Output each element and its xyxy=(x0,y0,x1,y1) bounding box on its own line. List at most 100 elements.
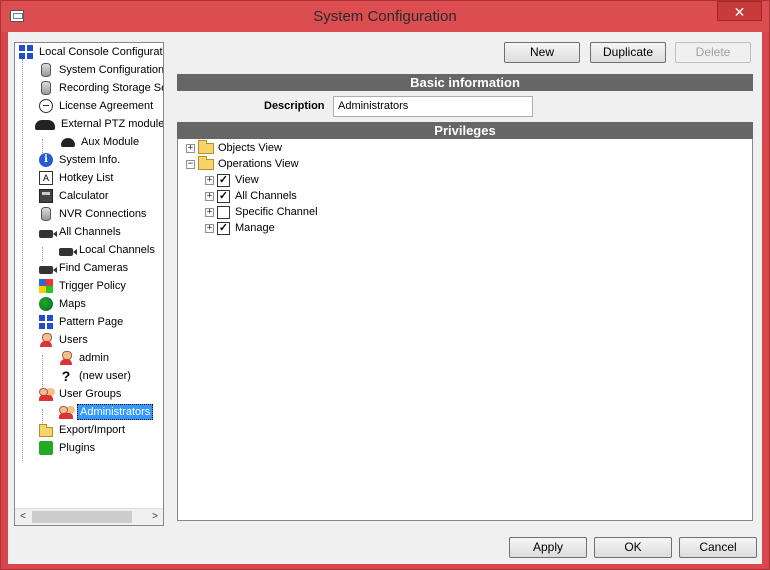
tree-item-calculator[interactable]: Calculator xyxy=(39,187,111,205)
camera-icon xyxy=(59,247,77,256)
privilege-label: All Channels xyxy=(235,190,297,202)
tree-horizontal-scrollbar[interactable]: < > xyxy=(15,508,163,525)
tree-item-label: System Configuration xyxy=(59,64,164,76)
privilege-specific-channel[interactable]: + Specific Channel xyxy=(205,204,318,220)
question-icon: ? xyxy=(61,368,71,384)
privileges-panel xyxy=(177,122,753,521)
basic-information-header: Basic information xyxy=(177,74,753,91)
camera-icon xyxy=(39,265,57,274)
tree-item-admin[interactable]: admin xyxy=(59,349,111,367)
user-icon xyxy=(59,351,73,365)
duplicate-button[interactable]: Duplicate xyxy=(590,42,666,63)
privilege-all-channels[interactable]: + ✓ All Channels xyxy=(205,188,297,204)
tree-item-administrators[interactable]: Administrators xyxy=(59,403,154,421)
camera-icon xyxy=(39,229,57,238)
hotkey-icon: A xyxy=(39,171,53,185)
tree-item-hotkey-list[interactable]: A Hotkey List xyxy=(39,169,115,187)
privilege-label: Operations View xyxy=(218,158,299,170)
tree-item-all-channels[interactable]: All Channels xyxy=(39,223,123,241)
description-label: Description xyxy=(264,100,325,112)
ok-button[interactable]: OK xyxy=(594,537,672,558)
tree-item-label: Plugins xyxy=(59,442,96,454)
info-icon: i xyxy=(39,153,53,167)
privilege-objects-view[interactable]: + Objects View xyxy=(186,139,282,156)
tree-item-system-configuration[interactable]: System Configuration xyxy=(39,61,164,79)
expand-icon[interactable]: + xyxy=(205,175,214,185)
tree-item-plugins[interactable]: Plugins xyxy=(39,439,97,457)
tree-item-label: Maps xyxy=(59,298,86,310)
expand-icon[interactable]: + xyxy=(205,207,214,217)
database-icon xyxy=(41,207,51,221)
tree-item-label: All Channels xyxy=(59,226,121,238)
tree-item-label: License Agreement xyxy=(59,100,154,112)
tree-item-label: Administrators xyxy=(77,404,154,420)
close-button[interactable]: ✕ xyxy=(717,1,762,21)
navigation-tree[interactable]: Local Console Configurati System Configu… xyxy=(14,42,164,526)
all-channels-checkbox[interactable]: ✓ xyxy=(217,189,230,203)
tree-item-find-cameras[interactable]: Find Cameras xyxy=(39,259,130,277)
description-field[interactable]: Administrators xyxy=(333,96,533,117)
grid-icon xyxy=(19,45,33,59)
tree-connector xyxy=(22,59,23,461)
title-bar: System Configuration ✕ xyxy=(1,1,769,32)
specific-channel-checkbox[interactable] xyxy=(217,205,230,219)
system-configuration-window: System Configuration ✕ Local Console Con… xyxy=(0,0,770,570)
tree-item-maps[interactable]: Maps xyxy=(39,295,88,313)
view-checkbox[interactable]: ✓ xyxy=(217,173,230,187)
tree-item-local-channels[interactable]: Local Channels xyxy=(59,241,157,259)
client-area: Local Console Configurati System Configu… xyxy=(8,32,762,564)
tree-item-recording-storage[interactable]: Recording Storage Se xyxy=(39,79,164,97)
tree-item-local-console[interactable]: Local Console Configurati xyxy=(19,43,164,61)
tree-item-license-agreement[interactable]: License Agreement xyxy=(39,97,155,115)
speech-bubble-icon xyxy=(39,99,53,113)
expand-icon[interactable]: + xyxy=(205,191,214,201)
delete-button[interactable]: Delete xyxy=(675,42,751,63)
tree-item-external-ptz[interactable]: External PTZ module xyxy=(35,115,163,133)
tree-item-trigger-policy[interactable]: Trigger Policy xyxy=(39,277,128,295)
tree-item-new-user[interactable]: ? (new user) xyxy=(59,367,133,385)
tree-item-label: Recording Storage Se xyxy=(59,82,164,94)
cancel-button[interactable]: Cancel xyxy=(679,537,757,558)
user-group-icon xyxy=(59,405,73,419)
user-icon xyxy=(39,333,53,347)
ptz-camera-icon xyxy=(35,120,55,130)
tree-connector xyxy=(42,355,43,387)
tree-item-pattern-page[interactable]: Pattern Page xyxy=(39,313,125,331)
database-icon xyxy=(41,63,51,77)
new-button[interactable]: New xyxy=(504,42,580,63)
tree-item-label: Pattern Page xyxy=(59,316,124,328)
tree-item-label: Export/Import xyxy=(59,424,126,436)
trigger-icon xyxy=(39,279,53,293)
tree-item-label: Find Cameras xyxy=(59,262,129,274)
manage-checkbox[interactable]: ✓ xyxy=(217,221,230,235)
privilege-operations-view[interactable]: − Operations View xyxy=(186,155,299,172)
tree-item-aux-module[interactable]: Aux Module xyxy=(61,133,141,151)
scroll-right-arrow-icon[interactable]: > xyxy=(149,511,161,523)
tree-item-user-groups[interactable]: User Groups xyxy=(39,385,123,403)
database-icon xyxy=(41,81,51,95)
tree-item-label: Local Console Configurati xyxy=(39,46,164,58)
scroll-thumb[interactable] xyxy=(32,511,132,523)
apply-button[interactable]: Apply xyxy=(509,537,587,558)
tree-item-label: Hotkey List xyxy=(59,172,114,184)
privilege-label: View xyxy=(235,174,259,186)
expand-icon[interactable]: + xyxy=(205,223,214,233)
folder-icon xyxy=(39,423,53,437)
scroll-left-arrow-icon[interactable]: < xyxy=(17,511,29,523)
privilege-manage[interactable]: + ✓ Manage xyxy=(205,220,275,236)
tree-item-export-import[interactable]: Export/Import xyxy=(39,421,127,439)
tree-item-system-info[interactable]: i System Info. xyxy=(39,151,122,169)
privilege-view[interactable]: + ✓ View xyxy=(205,172,259,188)
tree-item-label: Aux Module xyxy=(81,136,140,148)
folder-icon xyxy=(198,139,214,154)
privileges-header: Privileges xyxy=(177,122,753,139)
tree-item-nvr-connections[interactable]: NVR Connections xyxy=(39,205,148,223)
tree-item-label: Trigger Policy xyxy=(59,280,126,292)
tree-item-users[interactable]: Users xyxy=(39,331,90,349)
expand-icon[interactable]: + xyxy=(186,143,195,153)
user-group-icon xyxy=(39,387,53,401)
tree-item-label: User Groups xyxy=(59,388,122,400)
calculator-icon xyxy=(39,189,53,203)
folder-icon xyxy=(198,155,214,170)
collapse-icon[interactable]: − xyxy=(186,159,195,169)
